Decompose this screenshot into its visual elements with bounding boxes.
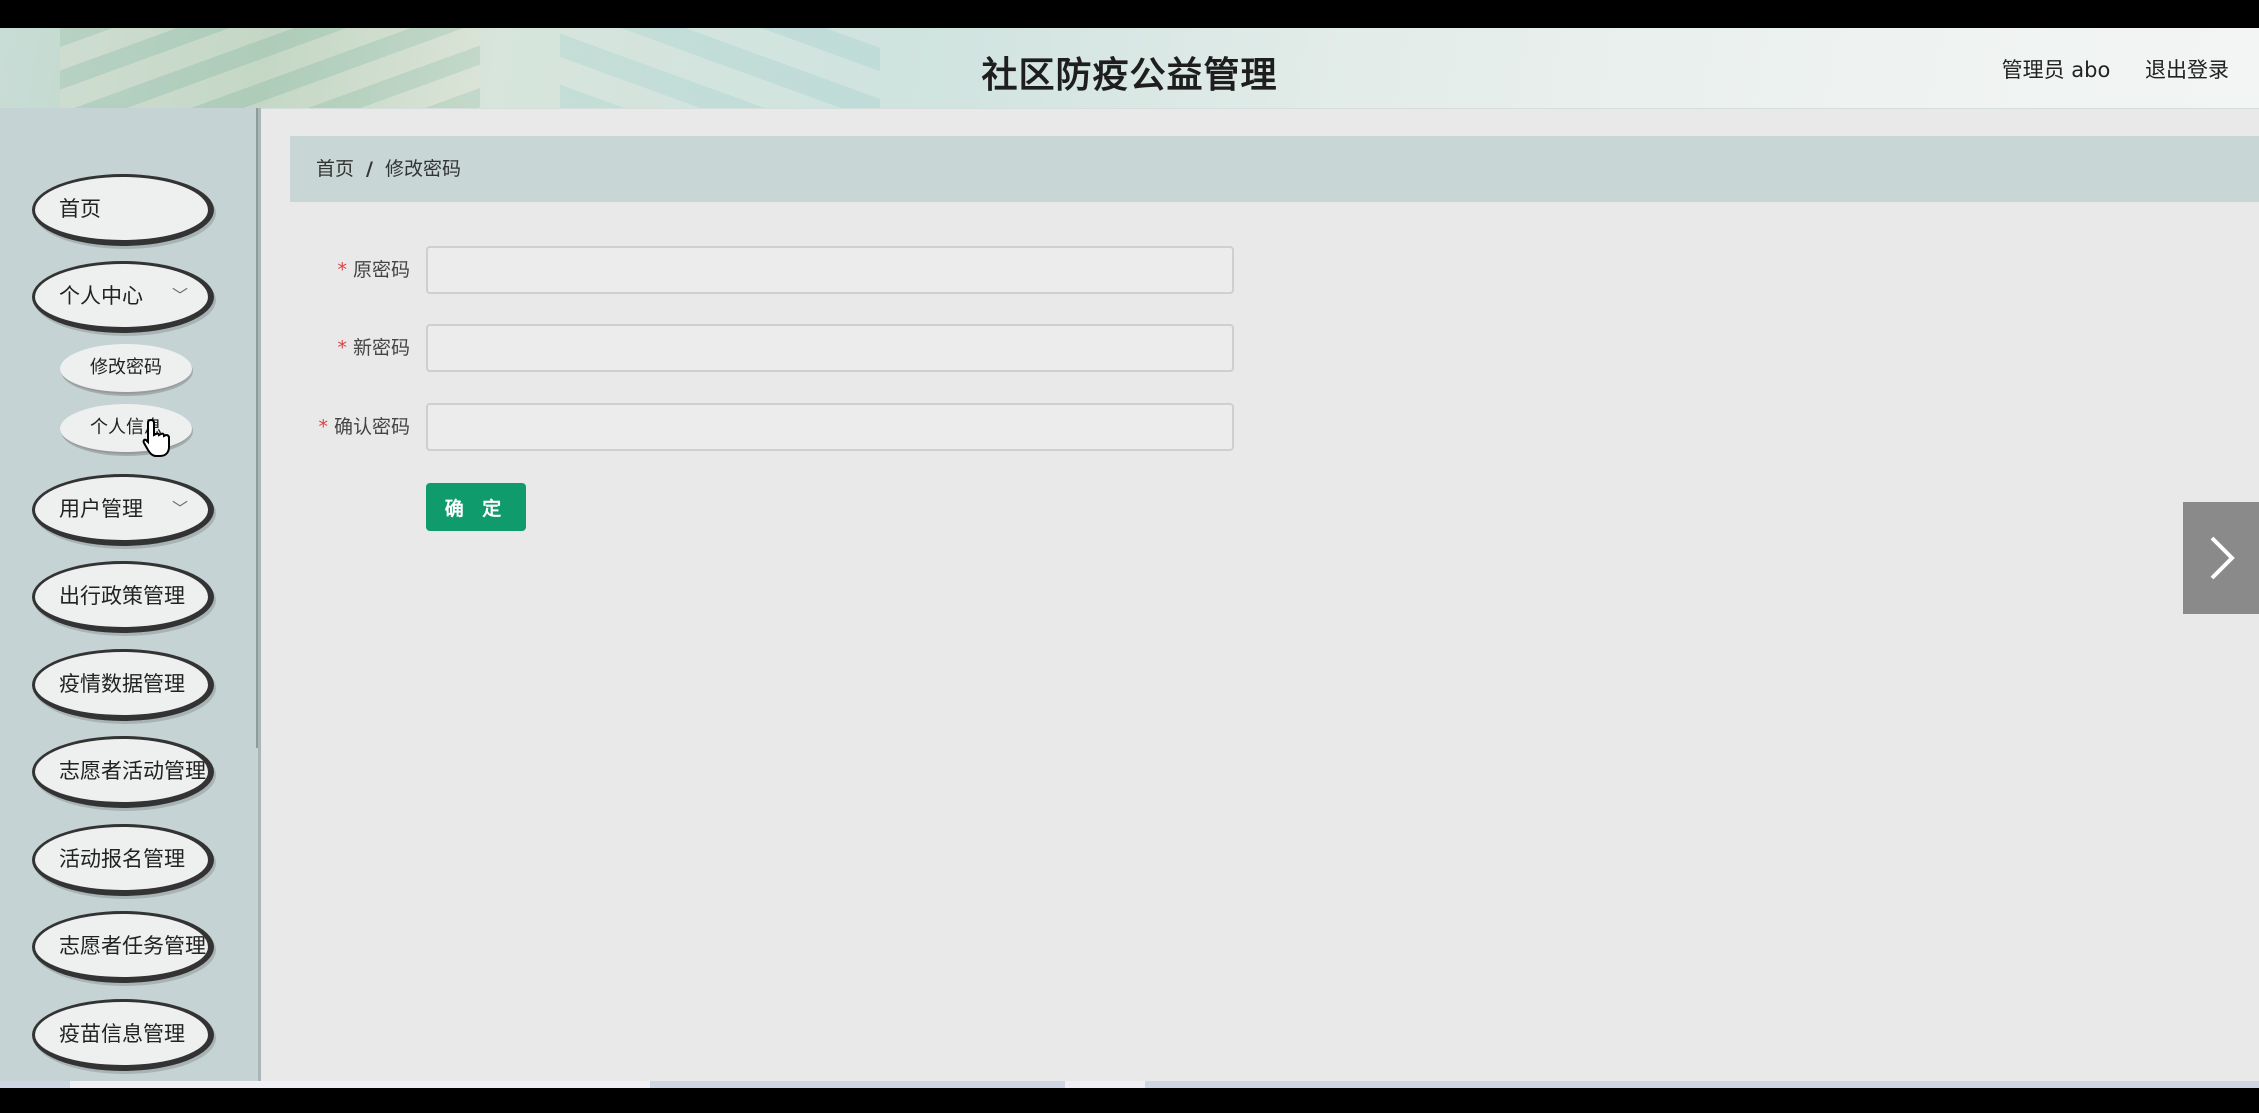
sidebar-item-label: 志愿者任务管理	[59, 934, 206, 958]
sidebar-item-label: 疫情数据管理	[59, 672, 185, 696]
top-header: 社区防疫公益管理 管理员 abo 退出登录	[0, 28, 2259, 109]
sidebar-item-activity-signup[interactable]: 活动报名管理	[32, 824, 214, 896]
sidebar-item-home[interactable]: 首页	[32, 174, 214, 246]
required-mark: *	[318, 416, 328, 438]
field-label: 原密码	[352, 259, 410, 281]
sidebar-item-label: 个人中心	[59, 284, 143, 308]
chevron-down-icon: ﹀	[171, 499, 188, 518]
required-mark: *	[337, 259, 347, 281]
sidebar-subitem-change-password[interactable]: 修改密码	[60, 344, 192, 394]
logout-link[interactable]: 退出登录	[2145, 58, 2229, 82]
breadcrumb: 首页 / 修改密码	[290, 136, 2259, 202]
chevron-down-icon: ﹀	[171, 286, 188, 305]
horizontal-scrollbar-thumb[interactable]	[70, 1081, 650, 1088]
next-page-button[interactable]	[2183, 502, 2259, 614]
breadcrumb-current: 修改密码	[384, 158, 461, 180]
breadcrumb-separator: /	[366, 158, 373, 180]
sidebar-item-label: 首页	[59, 197, 101, 221]
sidebar-item-travel-policy[interactable]: 出行政策管理	[32, 561, 214, 633]
sidebar-item-volunteer-task[interactable]: 志愿者任务管理	[32, 911, 214, 983]
sidebar-item-vaccine-info[interactable]: 疫苗信息管理	[32, 999, 214, 1071]
app-viewport: 社区防疫公益管理 管理员 abo 退出登录 首页 个人中心 ﹀ 修改密码 个人信…	[0, 28, 2259, 1088]
sidebar-scrollbar[interactable]	[256, 108, 258, 748]
sidebar-subitem-personal-info[interactable]: 个人信息	[60, 404, 192, 454]
sidebar-item-user-management[interactable]: 用户管理 ﹀	[32, 474, 214, 546]
form-label: * 原密码	[290, 246, 410, 294]
form-label: * 确认密码	[290, 403, 410, 451]
new-password-input[interactable]	[426, 324, 1234, 372]
sidebar-item-volunteer-activity[interactable]: 志愿者活动管理	[32, 736, 214, 808]
breadcrumb-home[interactable]: 首页	[316, 158, 354, 180]
hand-pointer-icon	[142, 418, 170, 457]
sidebar-item-epidemic-data[interactable]: 疫情数据管理	[32, 649, 214, 721]
sidebar-item-personal-center[interactable]: 个人中心 ﹀	[32, 261, 214, 333]
form-label: * 新密码	[290, 324, 410, 372]
confirm-password-input[interactable]	[426, 403, 1234, 451]
required-mark: *	[337, 337, 347, 359]
sidebar-item-label: 志愿者活动管理	[59, 759, 206, 783]
sidebar-item-label: 疫苗信息管理	[59, 1022, 185, 1046]
site-title: 社区防疫公益管理	[981, 55, 1278, 96]
sidebar: 首页 个人中心 ﹀ 修改密码 个人信息 用户管理 ﹀ 出行政策管理 疫情数据管理…	[0, 108, 261, 1088]
sidebar-subitem-label: 修改密码	[90, 357, 162, 378]
sidebar-item-label: 用户管理	[59, 497, 143, 521]
horizontal-scrollbar-thumb[interactable]	[1065, 1081, 1145, 1088]
sidebar-item-label: 出行政策管理	[59, 584, 185, 608]
current-user-label: 管理员 abo	[2001, 58, 2111, 82]
field-label: 新密码	[352, 337, 410, 359]
old-password-input[interactable]	[426, 246, 1234, 294]
submit-button[interactable]: 确 定	[426, 483, 526, 531]
chevron-right-icon	[2210, 536, 2235, 580]
header-user-area: 管理员 abo 退出登录	[1974, 54, 2229, 84]
sidebar-item-label: 活动报名管理	[59, 847, 185, 871]
field-label: 确认密码	[333, 416, 410, 438]
